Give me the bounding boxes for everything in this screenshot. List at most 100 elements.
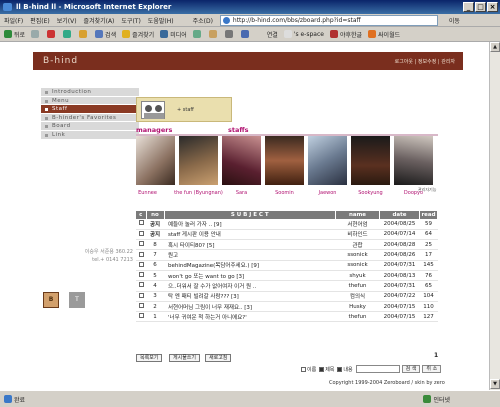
search-input[interactable] — [355, 365, 400, 373]
stop-icon[interactable] — [47, 30, 57, 38]
nav-favorites[interactable]: B-hinder's Favorites — [41, 113, 139, 123]
cancel-button[interactable]: 취 소 — [422, 365, 442, 373]
row-subject[interactable]: '너무 귀여운 척 하는거 아니에요?' — [164, 311, 336, 323]
row-subject[interactable]: 서현어머님 그림이 너무 재재요.. [3] — [164, 301, 336, 313]
media-button[interactable]: 미디어 — [160, 30, 187, 39]
row-subject[interactable]: 예들아 놀러 가자 .. [9] — [164, 219, 336, 230]
row-checkbox[interactable] — [136, 270, 146, 282]
page-number[interactable]: 1 — [434, 352, 438, 359]
table-row[interactable]: 2 서현어머님 그림이 너무 재재요.. [3] Husky 2004/07/15 11… — [136, 301, 438, 313]
nav-introduction[interactable]: Introduction — [41, 88, 139, 97]
home-icon[interactable] — [79, 30, 89, 38]
row-checkbox-box[interactable] — [138, 292, 144, 298]
table-row[interactable]: 7 뭔고 ssonick 2004/08/26 17 — [136, 249, 438, 261]
address-input[interactable]: http://b-hind.com/bbs/zboard.php?id=staf… — [219, 14, 438, 26]
link-yahoo[interactable]: 야후한글 — [329, 30, 362, 39]
photo-jaewon[interactable] — [308, 136, 347, 185]
row-author[interactable]: ssonick — [335, 249, 380, 261]
row-author[interactable]: shyuk — [335, 270, 380, 282]
list-button[interactable]: 목록보기 — [136, 354, 163, 362]
photo-sookyung[interactable] — [351, 136, 390, 185]
nav-menu[interactable]: Menu — [41, 96, 139, 106]
photo-doopyo[interactable] — [394, 136, 433, 185]
back-button[interactable]: 뒤로 — [4, 30, 25, 39]
row-checkbox-box[interactable] — [138, 272, 144, 278]
row-author[interactable]: Husky — [335, 301, 380, 313]
table-row[interactable]: 8 혹시 타이티80? [5] 관합 2004/08/28 25 — [136, 239, 438, 251]
close-icon[interactable]: × — [487, 2, 498, 12]
menu-tools[interactable]: 도구(T) — [121, 16, 140, 25]
row-author[interactable]: 서현어엄 — [335, 219, 380, 230]
row-checkbox-box[interactable] — [138, 220, 144, 226]
edit-icon[interactable] — [240, 30, 251, 38]
search-opt-content-check[interactable] — [337, 366, 343, 372]
t-button[interactable]: T — [69, 292, 85, 308]
history-icon[interactable] — [192, 30, 203, 38]
profile-link[interactable]: 정보수정 — [418, 59, 436, 65]
go-button[interactable]: 이동 — [449, 16, 460, 25]
minimize-icon[interactable]: _ — [463, 2, 474, 12]
row-subject[interactable]: 으..더워서 잘 수가 없어여자 이거 원 .. — [164, 280, 336, 292]
search-button[interactable]: 검색 — [95, 30, 116, 39]
row-checkbox-box[interactable] — [138, 303, 144, 309]
link-espace[interactable]: 's e-space — [283, 30, 324, 38]
row-checkbox-box[interactable] — [138, 241, 144, 247]
row-author[interactable]: thefun — [335, 280, 380, 292]
menu-edit[interactable]: 편집(E) — [30, 16, 50, 25]
scroll-up-icon[interactable]: ▲ — [490, 42, 500, 52]
col-subject[interactable]: S U B J E C T — [164, 211, 336, 219]
nav-board[interactable]: Board — [41, 122, 139, 131]
row-checkbox[interactable] — [136, 249, 146, 261]
col-date[interactable]: date — [379, 211, 420, 219]
col-read[interactable]: read — [419, 211, 438, 219]
row-author[interactable]: ssonick — [335, 260, 380, 271]
row-author[interactable]: thefun — [335, 311, 380, 323]
admin-link[interactable]: 관리자 — [441, 59, 455, 65]
favorites-button[interactable]: 즐겨찾기 — [122, 30, 154, 39]
link-cyworld[interactable]: 싸이월드 — [368, 30, 400, 39]
table-row[interactable]: 4 으..더워서 잘 수가 없어여자 이거 원 .. thefun 2004/07/3… — [136, 280, 438, 292]
menu-favorites[interactable]: 즐겨찾기(A) — [84, 16, 115, 25]
table-row[interactable]: 공지 예들아 놀러 가자 .. [9] 서현어엄 2004/08/25 59 — [136, 219, 438, 230]
write-button[interactable]: 게시물쓰기 — [169, 354, 201, 362]
menu-help[interactable]: 도움말(H) — [148, 16, 174, 25]
table-row[interactable]: 공지 staff 게시판 이용 안내 비하인드 2004/07/14 64 — [136, 229, 438, 241]
photo-soomin[interactable] — [265, 136, 304, 185]
nav-staff[interactable]: Staff — [41, 105, 139, 114]
photo-eunnee[interactable] — [136, 136, 175, 185]
search-button[interactable]: 검 색 — [401, 365, 421, 373]
row-checkbox-box[interactable] — [138, 230, 144, 236]
mail-icon[interactable] — [208, 30, 219, 38]
vertical-scrollbar[interactable]: ▲ ▼ — [489, 42, 500, 390]
logout-link[interactable]: 로그아웃 — [395, 59, 413, 65]
maximize-icon[interactable]: □ — [475, 2, 486, 12]
photo-sara[interactable] — [222, 136, 261, 185]
row-checkbox-box[interactable] — [138, 261, 144, 267]
row-author[interactable]: 컴의식 — [335, 291, 380, 302]
table-row[interactable]: 3탁 엔 패티 빌려갈 사람??? [3] 컴의식 2004/07/22 104 — [136, 291, 438, 302]
photo-thefun[interactable] — [179, 136, 218, 185]
row-subject[interactable]: 탁 엔 패티 빌려갈 사람??? [3] — [164, 291, 336, 302]
col-name[interactable]: name — [335, 211, 380, 219]
row-checkbox[interactable] — [136, 301, 146, 313]
row-subject[interactable]: won't go 또는 want to go [3] — [164, 270, 336, 282]
row-checkbox-box[interactable] — [138, 251, 144, 257]
col-no[interactable]: no — [146, 211, 165, 219]
row-subject[interactable]: staff 게시판 이용 안내 — [164, 229, 336, 241]
table-row[interactable]: 5 won't go 또는 want to go [3] shyuk 2004/08/… — [136, 270, 438, 282]
refresh-list-button[interactable]: 새로고침 — [205, 354, 232, 362]
table-row[interactable]: 1 '너무 귀여운 척 하는거 아니에요?' thefun 2004/07/15 127 — [136, 311, 438, 323]
nav-link[interactable]: Link — [41, 130, 139, 140]
row-checkbox[interactable] — [136, 311, 146, 323]
refresh-icon[interactable] — [63, 30, 73, 38]
row-subject[interactable]: behindMagazine(목담어주세요.) [9] — [164, 260, 336, 271]
row-subject[interactable]: 뭔고 — [164, 249, 336, 261]
menu-file[interactable]: 파일(F) — [4, 16, 23, 25]
row-checkbox[interactable] — [136, 260, 146, 271]
forward-icon[interactable] — [31, 30, 41, 38]
print-icon[interactable] — [224, 30, 235, 38]
site-logo[interactable]: B-hind — [43, 56, 78, 66]
row-subject[interactable]: 혹시 타이티80? [5] — [164, 239, 336, 251]
row-checkbox[interactable] — [136, 219, 146, 230]
row-checkbox-box[interactable] — [138, 313, 144, 319]
